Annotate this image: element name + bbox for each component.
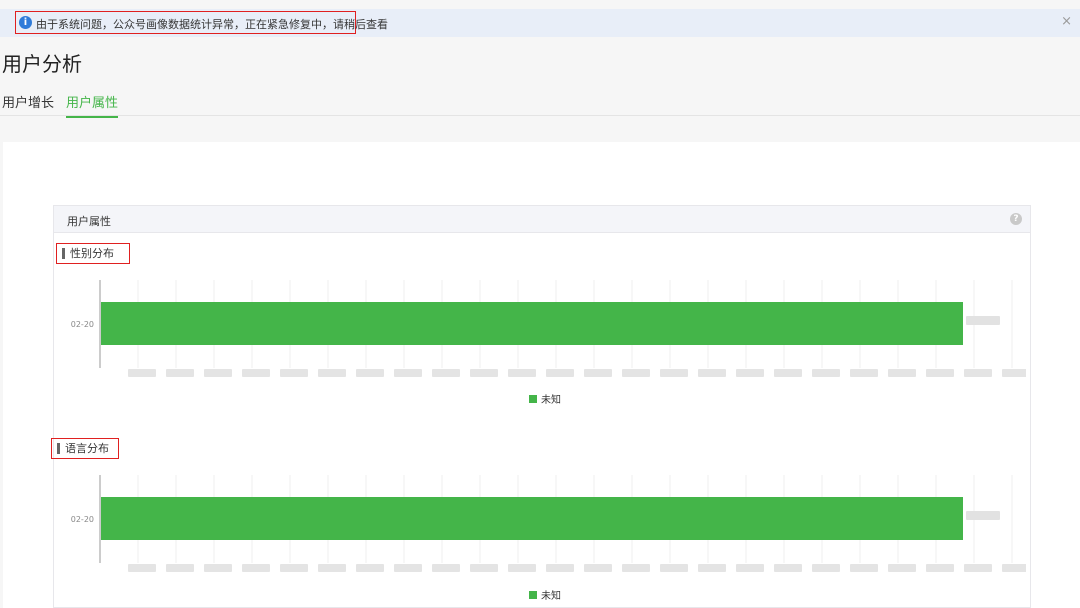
y-tick-label: 02-20 [71,320,94,329]
tab-user-growth[interactable]: 用户增长 [2,92,54,111]
x-tick-label-blurred [394,564,422,572]
x-tick-label-blurred [204,564,232,572]
x-tick-label-blurred [166,564,194,572]
legend-swatch [529,394,537,403]
legend-label: 未知 [541,591,561,602]
x-tick-label-blurred [470,369,498,377]
x-tick-label-blurred [128,369,156,377]
x-tick-labels-blurred [128,369,1026,377]
x-tick-label-blurred [242,564,270,572]
x-tick-label-blurred [850,564,878,572]
tab-user-attributes[interactable]: 用户属性 [66,92,119,118]
x-tick-label-blurred [546,564,574,572]
x-tick-label-blurred [888,564,916,572]
legend-swatch [529,590,537,599]
bar[interactable] [101,497,963,540]
x-tick-label-blurred [280,564,308,572]
question-circle-icon[interactable]: ? [1010,213,1022,225]
info-icon: i [19,16,32,29]
x-tick-label-blurred [698,369,726,377]
x-tick-label-blurred [584,369,612,377]
x-tick-label-blurred [774,564,802,572]
gender-distribution-chart: 02-20 [71,280,1026,377]
x-tick-label-blurred [242,369,270,377]
x-tick-label-blurred [356,369,384,377]
x-tick-label-blurred [926,564,954,572]
panel-header: 用户属性 ? [54,206,1030,233]
x-tick-label-blurred [736,564,764,572]
bar[interactable] [101,302,963,345]
x-tick-label-blurred [508,369,536,377]
x-tick-label-blurred [470,564,498,572]
x-tick-label-blurred [812,564,840,572]
panel-title: 用户属性 [67,215,111,228]
x-tick-label-blurred [432,369,460,377]
x-tick-label-blurred [584,564,612,572]
x-tick-label-blurred [622,369,650,377]
x-tick-label-blurred [850,369,878,377]
x-tick-label-blurred [280,369,308,377]
x-tick-label-blurred [926,369,954,377]
x-tick-label-blurred [318,564,346,572]
x-tick-label-blurred [774,369,802,377]
notice-bar: i 由于系统问题，公众号画像数据统计异常，正在紧急修复中，请稍后查看 × [0,9,1080,37]
x-tick-label-blurred [356,564,384,572]
data-label-blurred [966,316,1000,325]
x-tick-label-blurred [622,564,650,572]
x-tick-label-blurred [394,369,422,377]
y-tick-label: 02-20 [71,515,94,524]
x-tick-label-blurred [964,564,992,572]
x-tick-label-blurred [964,369,992,377]
page-title: 用户分析 [2,52,82,76]
section-gender-distribution: 性别分布 [56,243,130,264]
language-distribution-chart: 02-20 [71,475,1026,572]
legend-gender[interactable]: 未知 [529,391,561,406]
x-tick-label-blurred [660,369,688,377]
x-tick-labels-blurred [128,564,1026,572]
x-tick-label-blurred [432,564,460,572]
x-tick-label-blurred [1002,369,1026,377]
x-tick-label-blurred [318,369,346,377]
section-language-distribution: 语言分布 [51,438,119,459]
legend-language[interactable]: 未知 [529,587,561,602]
notice-text: 由于系统问题，公众号画像数据统计异常，正在紧急修复中，请稍后查看 [36,18,388,31]
x-tick-label-blurred [204,369,232,377]
x-tick-label-blurred [128,564,156,572]
x-tick-label-blurred [1002,564,1026,572]
x-tick-label-blurred [660,564,688,572]
close-icon[interactable]: × [1061,14,1072,29]
x-tick-label-blurred [508,564,536,572]
data-label-blurred [966,511,1000,520]
x-tick-label-blurred [166,369,194,377]
x-tick-label-blurred [888,369,916,377]
x-tick-label-blurred [736,369,764,377]
x-tick-label-blurred [698,564,726,572]
x-tick-label-blurred [546,369,574,377]
legend-label: 未知 [541,395,561,406]
tab-bar: 用户增长 用户属性 [0,90,1080,118]
x-tick-label-blurred [812,369,840,377]
